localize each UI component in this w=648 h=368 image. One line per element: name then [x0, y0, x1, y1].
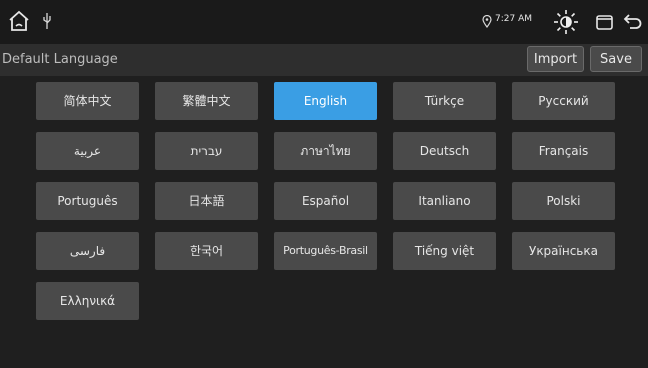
language-button[interactable]: عربية [36, 132, 139, 170]
language-button[interactable]: 한국어 [155, 232, 258, 270]
usb-icon [43, 13, 51, 29]
language-button[interactable]: Türkçe [393, 82, 496, 120]
language-button[interactable]: Русский [512, 82, 615, 120]
import-button[interactable]: Import [527, 46, 584, 72]
page-title: Default Language [2, 52, 118, 67]
language-button[interactable]: English [274, 82, 377, 120]
language-button[interactable]: فارسی [36, 232, 139, 270]
status-bar: 7:27 AM [0, 0, 648, 44]
language-button[interactable]: Deutsch [393, 132, 496, 170]
language-button[interactable]: 繁體中文 [155, 82, 258, 120]
save-button[interactable]: Save [590, 46, 642, 72]
language-button[interactable]: ภาษาไทย [274, 132, 377, 170]
header-bar: Default Language Import Save [0, 44, 648, 76]
language-button[interactable]: Português-Brasil [274, 232, 377, 270]
screen: 7:27 AM Default Language Import Save 简体中… [0, 0, 648, 368]
language-button[interactable]: 日本語 [155, 182, 258, 220]
language-button[interactable]: Itanliano [393, 182, 496, 220]
location-icon [482, 15, 492, 28]
language-button[interactable]: Tiếng việt [393, 232, 496, 270]
language-button[interactable]: Português [36, 182, 139, 220]
language-button[interactable]: 简体中文 [36, 82, 139, 120]
back-icon[interactable] [623, 11, 643, 31]
language-button[interactable]: Español [274, 182, 377, 220]
language-button[interactable]: עברית [155, 132, 258, 170]
language-grid: 简体中文 繁體中文 English Türkçe Русский عربية עברית ภา… [0, 76, 648, 368]
home-icon[interactable] [8, 10, 30, 32]
language-button[interactable]: Polski [512, 182, 615, 220]
clock: 7:27 AM [495, 14, 532, 24]
language-button[interactable]: Ελληνικά [36, 282, 139, 320]
language-button[interactable]: Українська [512, 232, 615, 270]
window-icon[interactable] [595, 12, 615, 32]
language-button[interactable]: Français [512, 132, 615, 170]
brightness-icon[interactable] [552, 8, 580, 36]
